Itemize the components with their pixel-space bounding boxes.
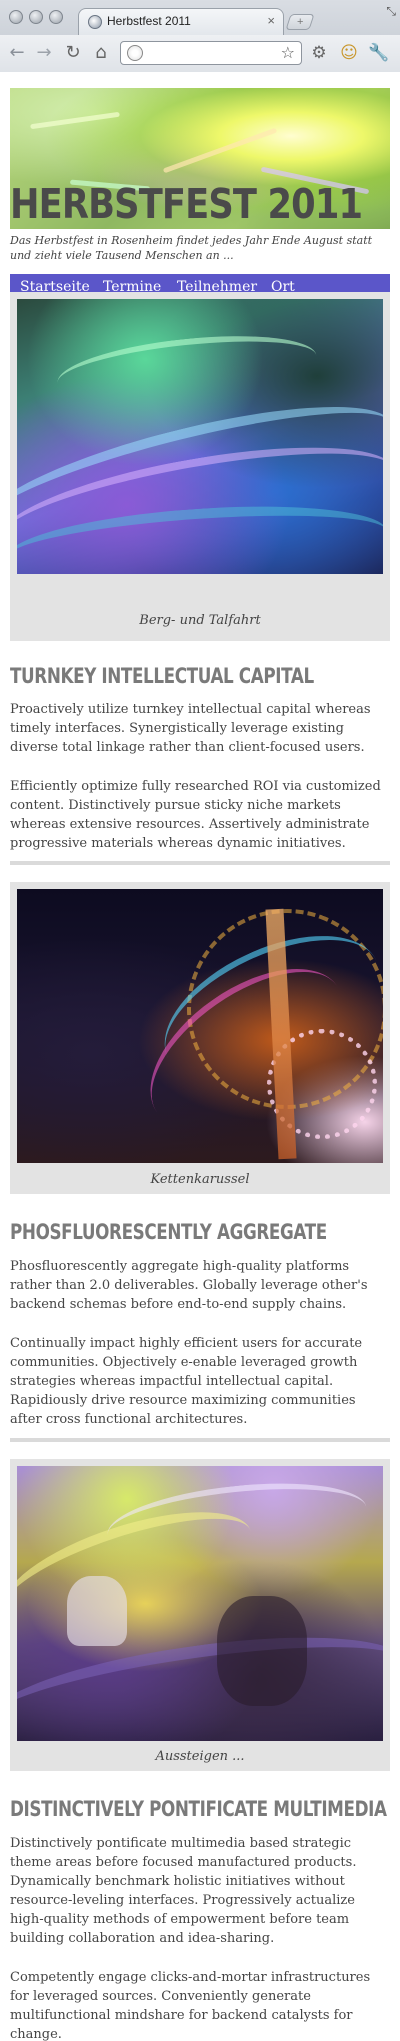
window-close-button[interactable] bbox=[9, 10, 23, 24]
header-banner: HERBSTFEST 2011 bbox=[10, 88, 390, 229]
window-zoom-button[interactable] bbox=[49, 10, 63, 24]
tab-close-icon[interactable]: × bbox=[267, 13, 275, 28]
page-content: HERBSTFEST 2011 Das Herbstfest in Rosenh… bbox=[10, 88, 390, 300]
toolbar: ← → ↻ ⌂ ☆ ⚙ ☺ 🔧 bbox=[0, 35, 400, 72]
globe-icon bbox=[88, 15, 102, 29]
section-3-paragraph-2: Competently engage clicks-and-mortar inf… bbox=[10, 1970, 371, 2041]
section-divider bbox=[10, 861, 390, 865]
section-1-paragraph-1: Proactively utilize turnkey intellectual… bbox=[10, 702, 371, 755]
section-divider bbox=[10, 1438, 390, 1442]
resize-icon[interactable]: ⤡ bbox=[386, 4, 396, 19]
figure-berg-und-talfahrt: Berg- und Talfahrt bbox=[10, 292, 390, 641]
window-minimize-button[interactable] bbox=[29, 10, 43, 24]
figure-kettenkarussel: Kettenkarussel bbox=[10, 882, 390, 1194]
photo-kettenkarussel bbox=[17, 889, 383, 1163]
section-2-paragraph-1: Phosfluorescently aggregate high-quality… bbox=[10, 1259, 368, 1312]
section-title-1: TURNKEY INTELLECTUAL CAPITAL bbox=[10, 664, 314, 688]
new-tab-button[interactable]: + bbox=[285, 14, 315, 30]
browser-tab[interactable]: Herbstfest 2011 × bbox=[78, 8, 284, 35]
wrench-menu-icon[interactable]: 🔧 bbox=[368, 42, 390, 64]
section-title-2: PHOSFLUORESCENTLY AGGREGATE bbox=[10, 1220, 327, 1244]
section-1-paragraph-2: Efficiently optimize fully researched RO… bbox=[10, 779, 381, 851]
tab-strip: Herbstfest 2011 × + ⤡ bbox=[0, 0, 400, 35]
figure-caption: Aussteigen ... bbox=[155, 1749, 245, 1764]
site-title: HERBSTFEST 2011 bbox=[10, 180, 363, 228]
browser-chrome: Herbstfest 2011 × + ⤡ ← → ↻ ⌂ ☆ ⚙ ☺ 🔧 bbox=[0, 0, 400, 72]
photo-aussteigen bbox=[17, 1466, 383, 1741]
forward-arrow-icon[interactable]: → bbox=[33, 42, 55, 64]
photo-berg-und-talfahrt bbox=[17, 299, 383, 574]
bookmark-star-icon[interactable]: ☆ bbox=[281, 42, 295, 64]
site-tagline: Das Herbstfest in Rosenheim findet jedes… bbox=[10, 234, 373, 262]
section-title-3: DISTINCTIVELY PONTIFICATE MULTIMEDIA bbox=[10, 1797, 387, 1821]
page-info-icon bbox=[127, 45, 143, 61]
tab-title: Herbstfest 2011 bbox=[107, 14, 191, 28]
section-3-paragraph-1: Distinctively pontificate multimedia bas… bbox=[10, 1836, 357, 1946]
plus-icon: + bbox=[296, 16, 304, 28]
extension-cookie-icon[interactable]: ☺ bbox=[338, 42, 360, 64]
home-icon[interactable]: ⌂ bbox=[90, 42, 112, 64]
reload-icon[interactable]: ↻ bbox=[62, 42, 84, 64]
figure-caption: Kettenkarussel bbox=[150, 1172, 250, 1187]
figure-aussteigen: Aussteigen ... bbox=[10, 1459, 390, 1771]
section-2-paragraph-2: Continually impact highly efficient user… bbox=[10, 1336, 363, 1427]
address-bar[interactable]: ☆ bbox=[120, 41, 302, 65]
extension-gear-icon[interactable]: ⚙ bbox=[308, 42, 330, 64]
figure-caption: Berg- und Talfahrt bbox=[139, 613, 261, 628]
back-arrow-icon[interactable]: ← bbox=[6, 42, 28, 64]
